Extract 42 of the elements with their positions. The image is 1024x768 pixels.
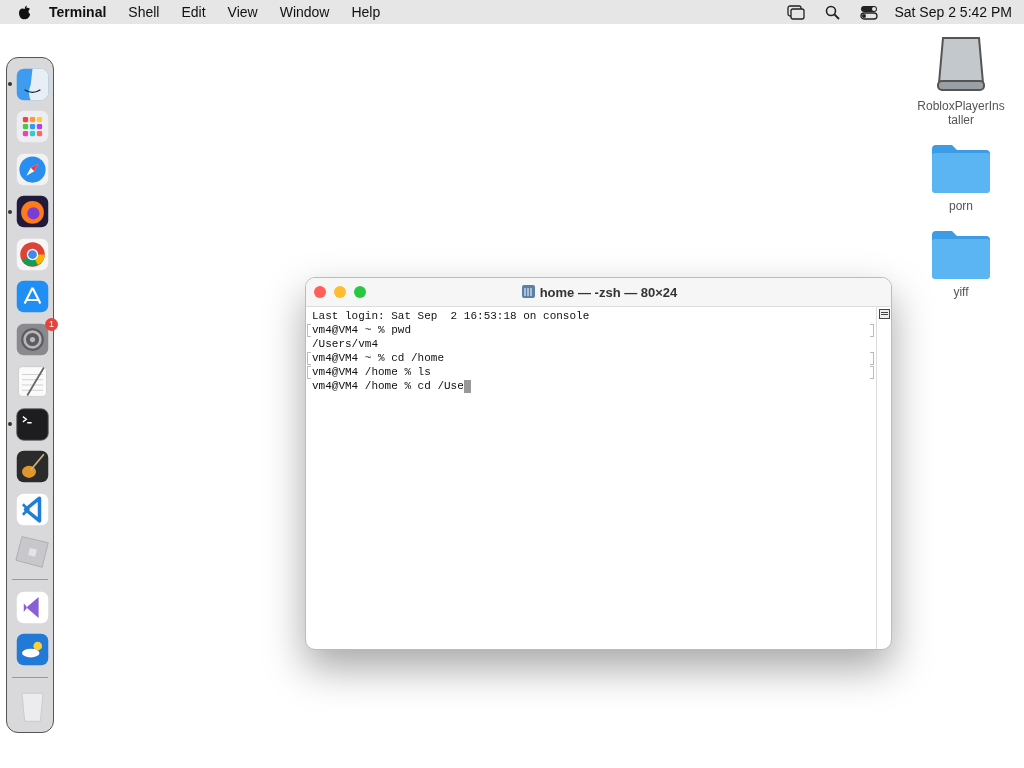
windows-icon[interactable] xyxy=(787,4,806,20)
mark-bracket xyxy=(870,324,874,337)
compass-icon[interactable] xyxy=(15,151,50,187)
terminal-icon[interactable] xyxy=(15,406,50,442)
finder-icon[interactable] xyxy=(15,66,50,102)
running-indicator xyxy=(8,422,12,426)
weather-icon[interactable] xyxy=(15,632,50,668)
clock[interactable]: Sat Sep 2 5:42 PM xyxy=(888,4,1012,20)
menu-item[interactable]: Edit xyxy=(170,4,217,20)
terminal-line: vm4@VM4 ~ % cd /home xyxy=(312,351,445,365)
apple-logo-icon[interactable] xyxy=(18,4,31,20)
control-center-icon[interactable] xyxy=(860,4,879,20)
notification-badge: 1 xyxy=(45,318,58,331)
code-editor-icon[interactable] xyxy=(15,491,50,527)
split-pane-icon[interactable] xyxy=(878,309,890,319)
launchpad-icon[interactable] xyxy=(15,109,50,145)
menu-item[interactable]: Terminal xyxy=(31,4,118,20)
visual-studio-icon[interactable] xyxy=(15,589,50,625)
menu-item[interactable]: Window xyxy=(268,4,341,20)
menu-item[interactable]: Shell xyxy=(117,4,171,20)
folder-proxy-icon[interactable] xyxy=(519,284,536,300)
guitar-icon[interactable] xyxy=(15,449,50,485)
window-title: home — -zsh — 80×24 xyxy=(539,284,678,300)
terminal-line: vm4@VM4 /home % cd /Use xyxy=(312,379,464,393)
terminal-line: vm4@VM4 /home % ls xyxy=(312,365,431,379)
menu-item[interactable]: Help xyxy=(340,4,392,20)
close-button[interactable] xyxy=(314,286,326,298)
terminal-line: vm4@VM4 ~ % pwd xyxy=(312,323,412,337)
terminal-line: /Users/vm4 xyxy=(312,337,378,351)
search-icon[interactable] xyxy=(825,4,841,20)
running-indicator xyxy=(8,82,12,86)
running-indicator xyxy=(8,209,12,214)
firefox-icon[interactable] xyxy=(15,194,50,230)
app-store-icon[interactable] xyxy=(15,279,50,315)
desktop-icon-label[interactable]: porn xyxy=(916,199,1006,213)
terminal-line: Last login: Sat Sep 2 16:53:18 on console xyxy=(312,309,590,323)
text-edit-icon[interactable] xyxy=(15,364,50,400)
gear-icon[interactable] xyxy=(15,321,50,357)
desktop-icon-label[interactable]: yiff xyxy=(916,285,1006,299)
chrome-icon[interactable] xyxy=(15,236,50,272)
desktop-icon-label[interactable]: RobloxPlayerInstaller xyxy=(916,99,1006,127)
menu-item[interactable]: View xyxy=(216,4,269,20)
